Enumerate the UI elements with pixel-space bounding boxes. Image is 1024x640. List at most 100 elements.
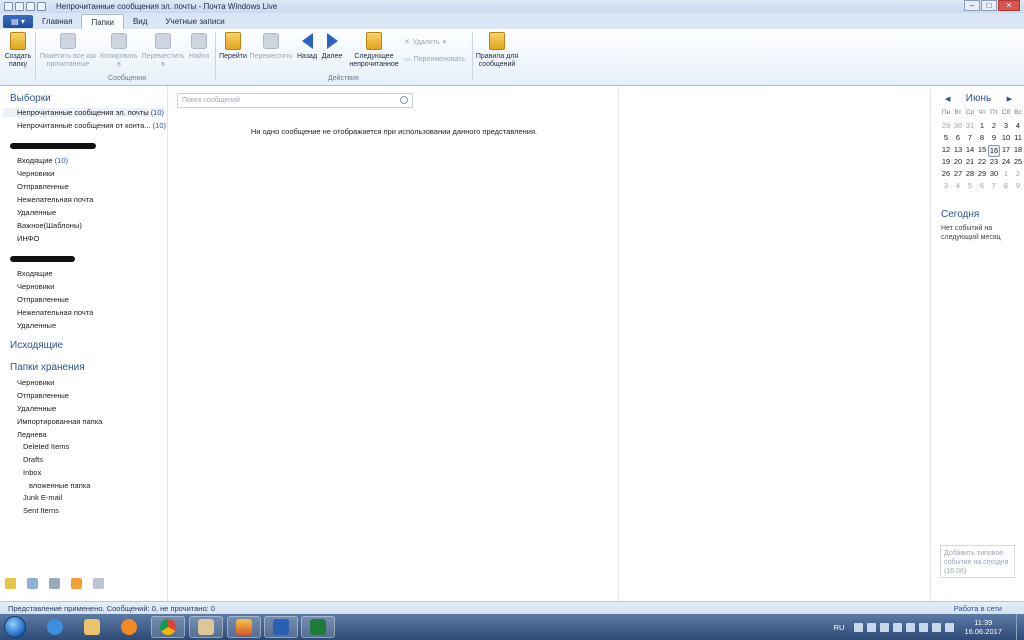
view-unread-email[interactable]: Непрочитанные сообщения эл. почты (10): [3, 108, 164, 117]
go-button[interactable]: Перейти: [218, 31, 248, 61]
next-month-icon[interactable]: ▶: [1007, 95, 1012, 103]
calendar-day[interactable]: 31: [964, 121, 976, 133]
calendar-day[interactable]: 4: [1012, 121, 1024, 133]
calendar-day[interactable]: 6: [976, 181, 988, 193]
calendar-icon[interactable]: [27, 578, 38, 589]
flag-icon[interactable]: [919, 622, 929, 632]
next-unread-button[interactable]: Следующее непрочитанное: [346, 31, 402, 69]
close-button[interactable]: ✕: [998, 0, 1020, 11]
calendar-day[interactable]: 9: [988, 133, 1000, 145]
today-header[interactable]: Сегодня: [941, 209, 979, 220]
move-to-button[interactable]: Переместить в: [140, 31, 186, 69]
newsgroups-icon[interactable]: [93, 578, 104, 589]
send-receive-icon[interactable]: [37, 2, 46, 11]
ledneva-junk[interactable]: Junk E-mail: [23, 493, 62, 502]
ledneva-drafts[interactable]: Drafts: [23, 455, 43, 464]
calendar-day[interactable]: 19: [940, 157, 952, 169]
storage-drafts[interactable]: Черновики: [17, 378, 54, 387]
folder-junk-2[interactable]: Нежелательная почта: [17, 308, 93, 317]
calendar-day[interactable]: 2: [988, 121, 1000, 133]
app-menu-icon[interactable]: [4, 2, 13, 11]
calendar-day[interactable]: 2: [1012, 169, 1024, 181]
tray-arrow-icon[interactable]: [854, 622, 864, 632]
add-event-input[interactable]: Добавить типовое событие на сегодня (16.…: [940, 545, 1015, 578]
calendar-day[interactable]: 4: [952, 181, 964, 193]
online-status[interactable]: Работа в сети: [954, 604, 1002, 613]
create-folder-button[interactable]: Создать папку: [4, 31, 32, 69]
network-icon[interactable]: [932, 622, 942, 632]
taskbar-windows-live-mail[interactable]: [227, 616, 261, 638]
rename-button[interactable]: ▭ Переименовать: [404, 55, 465, 64]
inbox-subfolder[interactable]: вложенные папка: [29, 481, 90, 490]
find-button[interactable]: Найти: [186, 31, 212, 61]
mail-icon[interactable]: [5, 578, 16, 589]
search-icon[interactable]: [400, 96, 408, 104]
volume-icon[interactable]: [945, 622, 955, 632]
search-input[interactable]: Поиск сообщений: [177, 93, 413, 108]
calendar-day[interactable]: 30: [952, 121, 964, 133]
ledneva-sent-items[interactable]: Sent Items: [23, 506, 59, 515]
folder-important[interactable]: Важное(Шаблоны): [17, 221, 82, 230]
folder-inbox[interactable]: Входящие (10): [17, 156, 68, 165]
folder-drafts-2[interactable]: Черновики: [17, 282, 54, 291]
delete-button[interactable]: ✕ Удалить ▾: [404, 38, 446, 47]
copy-to-button[interactable]: Копировать в: [99, 31, 139, 69]
calendar-day[interactable]: 28: [964, 169, 976, 181]
tab-folders[interactable]: Папки: [81, 14, 124, 29]
taskbar-files[interactable]: [189, 616, 223, 638]
calendar-day[interactable]: 11: [1012, 133, 1024, 145]
calendar-day[interactable]: 18: [1012, 145, 1024, 157]
tab-view[interactable]: Вид: [124, 14, 156, 29]
maximize-button[interactable]: □: [981, 0, 997, 11]
folder-deleted[interactable]: Удаленные: [17, 208, 56, 217]
language-indicator[interactable]: RU: [834, 623, 845, 632]
mark-all-read-button[interactable]: Пометить все как прочитанные: [38, 31, 98, 69]
tray-app-icon[interactable]: [906, 622, 916, 632]
calendar-day[interactable]: 7: [988, 181, 1000, 193]
storage-ledneva[interactable]: Леднева: [17, 430, 47, 439]
calendar-day[interactable]: 29: [940, 121, 952, 133]
feeds-icon[interactable]: [71, 578, 82, 589]
calendar-day[interactable]: 9: [1012, 181, 1024, 193]
calendar-day[interactable]: 5: [964, 181, 976, 193]
calendar-day[interactable]: 21: [964, 157, 976, 169]
calendar-day[interactable]: 12: [940, 145, 952, 157]
folder-deleted-2[interactable]: Удаленные: [17, 321, 56, 330]
tray-app-icon[interactable]: [880, 622, 890, 632]
calendar-day-today[interactable]: 16: [988, 145, 1000, 157]
app-menu-button[interactable]: ▤ ▾: [3, 15, 33, 28]
calendar-day[interactable]: 14: [964, 145, 976, 157]
folder-junk[interactable]: Нежелательная почта: [17, 195, 93, 204]
calendar-day[interactable]: 8: [976, 133, 988, 145]
storage-deleted[interactable]: Удаленные: [17, 404, 56, 413]
show-desktop-button[interactable]: [1016, 614, 1024, 640]
next-button[interactable]: Далее: [320, 31, 344, 61]
calendar-day[interactable]: 15: [976, 145, 988, 157]
storage-folders-header[interactable]: Папки хранения: [10, 362, 85, 373]
folder-inbox-2[interactable]: Входящие: [17, 269, 53, 278]
message-rules-button[interactable]: Правила для сообщений: [475, 31, 519, 69]
calendar-day[interactable]: 26: [940, 169, 952, 181]
views-header[interactable]: Выборки: [10, 93, 51, 104]
calendar-day[interactable]: 20: [952, 157, 964, 169]
minimize-button[interactable]: –: [964, 0, 980, 11]
folder-sent[interactable]: Отправленные: [17, 182, 69, 191]
taskbar-media-player[interactable]: [112, 616, 146, 638]
calendar-day[interactable]: 23: [988, 157, 1000, 169]
new-message-icon[interactable]: [15, 2, 24, 11]
prev-month-icon[interactable]: ◀: [945, 95, 950, 103]
calendar-day[interactable]: 3: [940, 181, 952, 193]
outbox-header[interactable]: Исходящие: [10, 340, 63, 351]
view-unread-contacts[interactable]: Непрочитанные сообщения от конта... (10): [17, 121, 166, 130]
calendar-day[interactable]: 29: [976, 169, 988, 181]
ledneva-inbox[interactable]: Inbox: [23, 468, 41, 477]
folder-sent-2[interactable]: Отправленные: [17, 295, 69, 304]
contacts-icon[interactable]: [49, 578, 60, 589]
calendar-day[interactable]: 7: [964, 133, 976, 145]
move-button[interactable]: Переместить: [249, 31, 293, 61]
tab-home[interactable]: Главная: [33, 14, 81, 29]
taskbar-ie[interactable]: [38, 616, 72, 638]
calendar-day[interactable]: 22: [976, 157, 988, 169]
taskbar-word[interactable]: [264, 616, 298, 638]
calendar-day[interactable]: 24: [1000, 157, 1012, 169]
